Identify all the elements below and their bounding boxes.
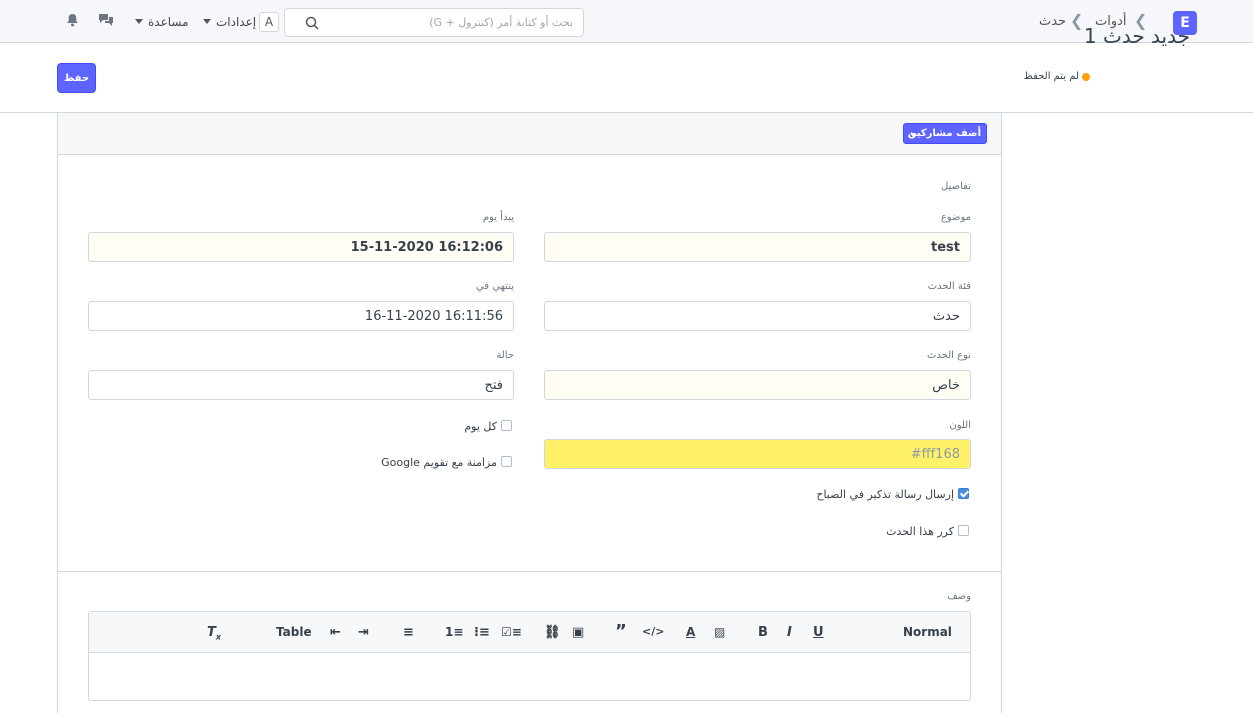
chevron-right-icon: ❮ xyxy=(1070,11,1084,30)
subject-label: موضوع xyxy=(940,212,971,223)
form-toolbar: أضف مشاركين xyxy=(58,113,1001,155)
unsaved-status: لم يتم الحفظ xyxy=(1023,71,1079,82)
all-day-label: كل يوم xyxy=(464,420,497,433)
link-icon[interactable]: ⛓ xyxy=(544,625,561,640)
sync-google-checkbox[interactable] xyxy=(501,456,512,467)
send-reminder-checkbox[interactable] xyxy=(958,488,969,499)
search-icon xyxy=(305,16,319,30)
background-color-icon[interactable]: ▨ xyxy=(714,625,725,639)
subject-input[interactable]: test xyxy=(544,232,971,262)
code-block-icon[interactable]: </> xyxy=(642,625,664,638)
unsaved-indicator-icon xyxy=(1082,73,1090,81)
event-category-label: فئة الحدث xyxy=(927,281,971,292)
add-participants-button[interactable]: أضف مشاركين xyxy=(903,123,987,144)
color-input[interactable]: #fff168 xyxy=(544,439,971,469)
avatar[interactable]: A xyxy=(259,12,279,32)
description-editor[interactable]: Normal U I B ▨ A </> ” ▣ ⛓ ☑≡ ⁝≡ 1≡ ≡ ⇥ … xyxy=(88,611,971,701)
repeat-event-label: كرر هذا الحدث xyxy=(886,525,954,538)
event-category-select[interactable]: حدث xyxy=(544,301,971,331)
caret-down-icon xyxy=(135,19,143,24)
outdent-icon[interactable]: ⇤ xyxy=(330,625,341,640)
align-icon[interactable]: ≡ xyxy=(403,625,414,640)
status-select[interactable]: فتح xyxy=(88,370,514,400)
clear-format-icon[interactable]: Tx xyxy=(207,625,221,642)
image-icon[interactable]: ▣ xyxy=(572,625,584,640)
bell-icon[interactable] xyxy=(66,13,79,27)
starts-on-label: يبدأ يوم xyxy=(482,212,514,223)
save-button[interactable]: حفظ xyxy=(57,63,96,93)
color-label: اللون xyxy=(949,420,971,431)
bold-icon[interactable]: B xyxy=(758,625,768,640)
event-type-select[interactable]: خاص xyxy=(544,370,971,400)
checklist-icon[interactable]: ☑≡ xyxy=(501,625,522,639)
numbered-list-icon[interactable]: 1≡ xyxy=(445,625,463,639)
ends-on-input[interactable]: 16-11-2020 16:11:56 xyxy=(88,301,514,331)
chat-icon[interactable] xyxy=(98,13,114,27)
settings-menu[interactable]: إعدادات xyxy=(216,15,256,29)
section-divider xyxy=(58,571,1001,572)
table-menu[interactable]: Table xyxy=(276,625,312,639)
blockquote-icon[interactable]: ” xyxy=(615,621,627,642)
editor-toolbar: Normal U I B ▨ A </> ” ▣ ⛓ ☑≡ ⁝≡ 1≡ ≡ ⇥ … xyxy=(89,612,970,653)
starts-on-input[interactable]: 15-11-2020 16:12:06 xyxy=(88,232,514,262)
section-title-details: تفاصيل xyxy=(941,181,971,192)
caret-down-icon xyxy=(203,19,211,24)
format-select[interactable]: Normal xyxy=(903,625,952,639)
search-placeholder: بحث أو كتابة أمر (كنترول + G) xyxy=(429,16,573,29)
indent-icon[interactable]: ⇥ xyxy=(358,625,369,640)
text-color-icon[interactable]: A xyxy=(686,625,695,639)
status-label: حالة xyxy=(496,350,514,361)
send-reminder-label: إرسال رسالة تذكير في الصباح xyxy=(816,488,954,501)
page-title: جديد حدث 1 xyxy=(1083,24,1190,48)
caret-down-icon xyxy=(910,133,916,137)
ends-on-label: ينتهي في xyxy=(475,281,514,292)
add-participants-label: أضف مشاركين xyxy=(907,128,981,139)
underline-icon[interactable]: U xyxy=(813,625,824,640)
navbar: E ❮ أدوات ❮ حدث بحث أو كتابة أمر (كنترول… xyxy=(0,0,1253,43)
event-type-label: نوع الحدث xyxy=(926,350,971,361)
description-label: وصف xyxy=(947,591,971,602)
help-menu[interactable]: مساعدة xyxy=(148,15,189,29)
repeat-event-checkbox[interactable] xyxy=(958,525,969,536)
sync-google-label: مزامنة مع تقويم Google xyxy=(381,456,497,469)
bullet-list-icon[interactable]: ⁝≡ xyxy=(474,625,490,640)
breadcrumb-event[interactable]: حدث xyxy=(1039,14,1066,29)
italic-icon[interactable]: I xyxy=(787,625,792,640)
all-day-checkbox[interactable] xyxy=(501,420,512,431)
search-input[interactable]: بحث أو كتابة أمر (كنترول + G) xyxy=(284,8,584,37)
